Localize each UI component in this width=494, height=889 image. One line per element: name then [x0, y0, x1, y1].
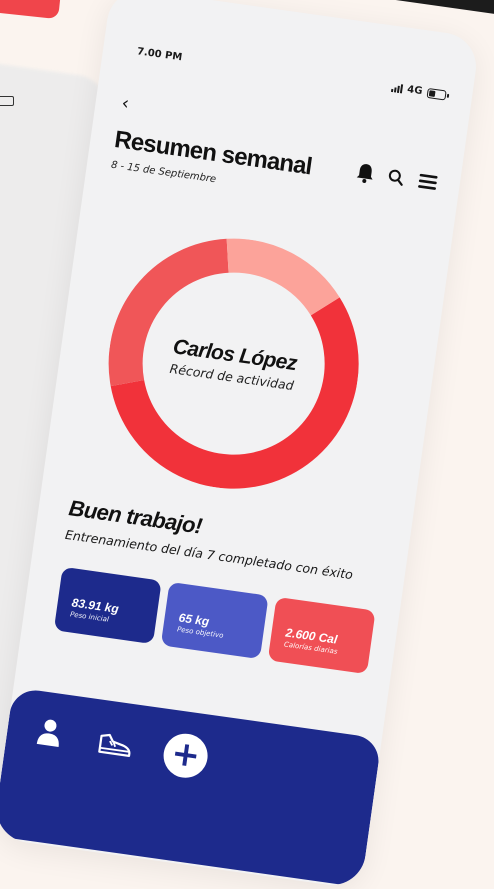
menu-icon[interactable]	[417, 173, 439, 192]
network-label: 4G	[406, 84, 424, 98]
search-icon[interactable]	[387, 168, 405, 186]
background-dark-strip	[373, 0, 494, 15]
plus-icon: +	[168, 732, 203, 777]
back-chevron-icon[interactable]: ‹	[120, 93, 130, 115]
activity-ring	[108, 238, 359, 489]
user-icon[interactable]	[36, 717, 64, 748]
status-time: 7.00 PM	[136, 46, 183, 64]
background-red-bar	[0, 0, 62, 20]
stat-card-target-weight[interactable]: 65 kg Peso objetivo	[160, 581, 269, 660]
battery-icon	[426, 87, 447, 101]
bottom-nav: +	[0, 687, 382, 888]
ring-segment-3	[226, 238, 340, 316]
header-actions	[355, 162, 439, 193]
stats-cards: 83.91 kg Peso inicial 65 kg Peso objetiv…	[53, 566, 376, 675]
signal-icon	[390, 83, 403, 94]
stat-card-daily-calories[interactable]: 2.600 Cal Calorías diarias	[267, 596, 376, 675]
add-button[interactable]: +	[160, 730, 211, 781]
stat-card-initial-weight[interactable]: 83.91 kg Peso inicial	[53, 566, 162, 645]
background-battery-icon	[0, 96, 14, 106]
status-bar-right: 4G	[390, 82, 447, 101]
bell-icon[interactable]	[355, 162, 376, 184]
shoe-icon[interactable]	[97, 732, 134, 759]
